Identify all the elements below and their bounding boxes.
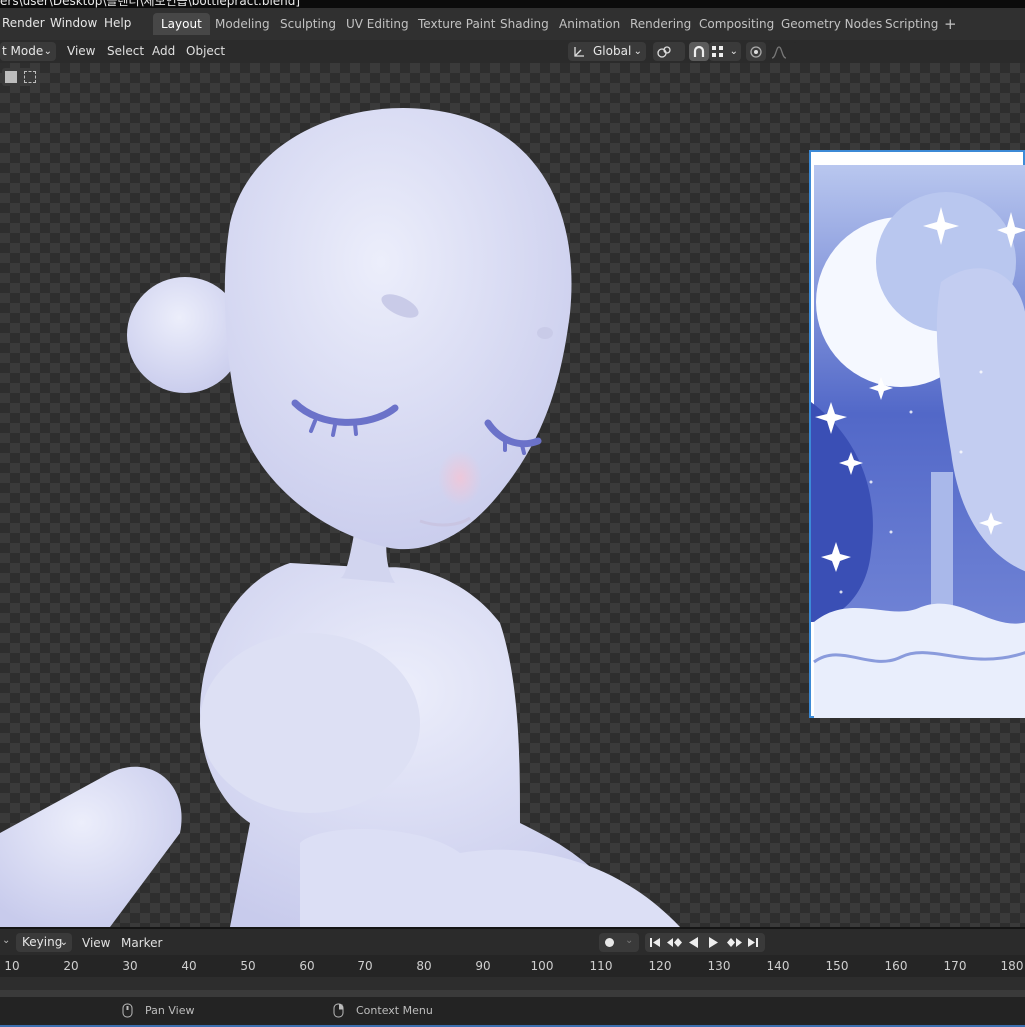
frame-label: 60 <box>299 959 315 973</box>
frame-label: 120 <box>648 959 672 973</box>
reference-image[interactable] <box>809 150 1025 718</box>
reference-illustration <box>811 165 1025 718</box>
frame-label: 150 <box>825 959 849 973</box>
frame-label: 80 <box>416 959 432 973</box>
frame-label: 110 <box>589 959 613 973</box>
chevron-down-icon: ⌄ <box>43 46 52 57</box>
curve-icon <box>771 46 787 59</box>
next-keyframe-icon[interactable] <box>725 936 743 949</box>
jump-end-icon[interactable] <box>746 936 760 949</box>
frame-label: 20 <box>63 959 79 973</box>
timeline-ruler[interactable]: 10 20 30 40 50 60 70 80 90 100 110 120 1… <box>0 955 1025 977</box>
mode-selector[interactable]: t Mode ⌄ <box>0 42 56 61</box>
tab-shading[interactable]: Shading <box>492 13 557 35</box>
mode-label: t Mode <box>2 44 44 58</box>
menu-add[interactable]: Add <box>152 44 175 58</box>
playback-controls <box>645 933 765 952</box>
proportional-edit-toggle[interactable] <box>746 42 766 61</box>
circle-icon <box>750 46 762 58</box>
auto-keying-toggle[interactable]: ⌄ <box>599 933 639 952</box>
falloff-dropdown[interactable] <box>768 42 798 61</box>
chevron-down-icon: ⌄ <box>729 46 738 57</box>
tab-texture-paint[interactable]: Texture Paint <box>410 13 503 35</box>
timeline-header: ⌄ Keying ⌄ View Marker ⌄ <box>0 927 1025 957</box>
frame-label: 170 <box>943 959 967 973</box>
timeline-menu-marker[interactable]: Marker <box>121 936 162 950</box>
play-icon[interactable] <box>706 936 720 949</box>
mouse-right-icon <box>333 1003 344 1018</box>
status-pan-view: Pan View <box>145 1004 195 1017</box>
menu-window[interactable]: Window <box>50 16 97 30</box>
prev-keyframe-icon[interactable] <box>666 936 684 949</box>
frame-label: 90 <box>475 959 491 973</box>
add-workspace-button[interactable]: + <box>936 13 965 35</box>
grid-icon <box>712 46 723 57</box>
record-icon <box>605 938 614 947</box>
frame-label: 130 <box>707 959 731 973</box>
tab-geometry-nodes[interactable]: Geometry Nodes <box>773 13 890 35</box>
chevron-down-icon: ⌄ <box>633 46 642 57</box>
chevron-down-icon: ⌄ <box>59 937 68 948</box>
tab-sculpting[interactable]: Sculpting <box>272 13 344 35</box>
transform-orientation-dropdown[interactable]: Global ⌄ <box>568 42 646 61</box>
chevron-down-icon: ⌄ <box>625 935 634 946</box>
keying-dropdown[interactable]: Keying ⌄ <box>16 933 72 952</box>
window-title-bar: ers\user\Desktop\블렌더\체보연습\bottlepract.bl… <box>0 0 1025 8</box>
snap-target-dropdown[interactable]: ⌄ <box>709 42 741 61</box>
frame-label: 10 <box>4 959 20 973</box>
frame-label: 30 <box>122 959 138 973</box>
status-context-menu: Context Menu <box>356 1004 433 1017</box>
chevron-down-icon: ⌄ <box>2 935 11 946</box>
3d-viewport[interactable] <box>0 63 1025 927</box>
menu-select[interactable]: Select <box>107 44 144 58</box>
frame-label: 160 <box>884 959 908 973</box>
menu-view[interactable]: View <box>67 44 95 58</box>
status-bar: Pan View Context Menu <box>0 997 1025 1027</box>
frame-label: 180 <box>1000 959 1024 973</box>
timeline-scrollbar[interactable] <box>0 990 1025 997</box>
axis-icon <box>574 47 584 57</box>
frame-label: 50 <box>240 959 256 973</box>
link-icon <box>657 46 671 58</box>
orientation-label: Global <box>593 44 632 58</box>
magnet-icon <box>693 45 705 57</box>
frame-label: 140 <box>766 959 790 973</box>
frame-label: 40 <box>181 959 197 973</box>
menu-render[interactable]: Render <box>2 16 45 30</box>
frame-label: 100 <box>530 959 554 973</box>
tab-animation[interactable]: Animation <box>551 13 628 35</box>
menu-object[interactable]: Object <box>186 44 225 58</box>
mouse-middle-icon <box>122 1003 133 1018</box>
snap-toggle[interactable] <box>689 42 709 61</box>
top-bar: Render Window Help Layout Modeling Sculp… <box>0 8 1025 40</box>
keying-label: Keying <box>22 935 63 949</box>
menu-help[interactable]: Help <box>104 16 131 30</box>
pivot-point-dropdown[interactable] <box>653 42 685 61</box>
window-title: ers\user\Desktop\블렌더\체보연습\bottlepract.bl… <box>0 0 301 8</box>
tab-compositing[interactable]: Compositing <box>691 13 782 35</box>
timeline-menu-view[interactable]: View <box>82 936 110 950</box>
tab-rendering[interactable]: Rendering <box>622 13 699 35</box>
frame-label: 70 <box>357 959 373 973</box>
jump-start-icon[interactable] <box>648 936 662 949</box>
tab-uv-editing[interactable]: UV Editing <box>338 13 417 35</box>
tab-layout[interactable]: Layout <box>153 13 210 35</box>
reverse-play-icon[interactable] <box>687 936 701 949</box>
viewport-header: t Mode ⌄ View Select Add Object Global ⌄… <box>0 40 1025 63</box>
tab-modeling[interactable]: Modeling <box>207 13 278 35</box>
